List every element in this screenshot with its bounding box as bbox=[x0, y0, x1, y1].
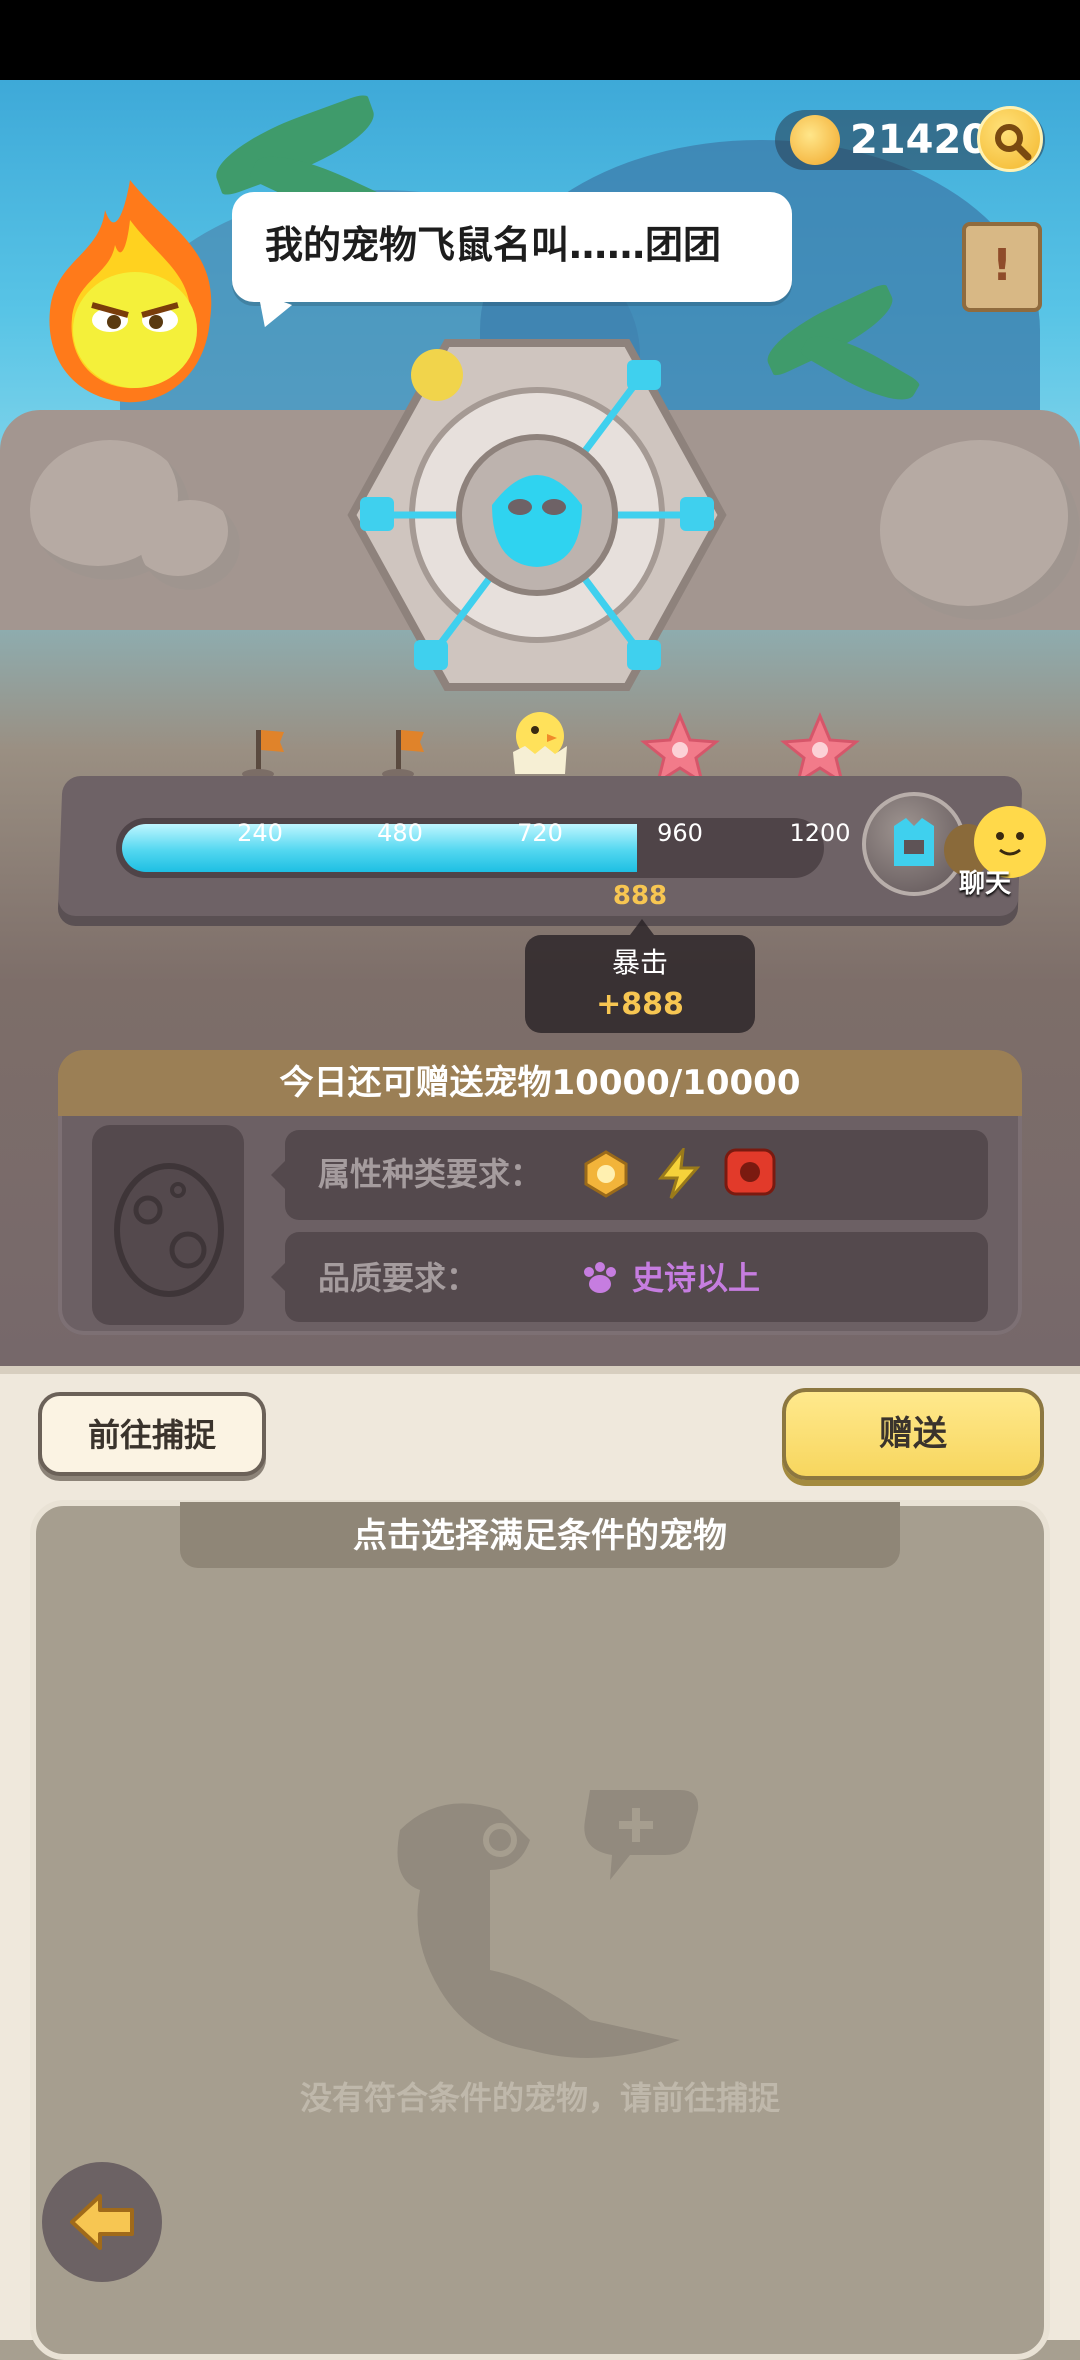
quality-requirement-label: 品质要求： bbox=[318, 1259, 479, 1297]
speech-text: 我的宠物飞鼠名叫……团团 bbox=[265, 223, 722, 267]
chat-label: 聊天 bbox=[958, 869, 1011, 899]
starfish-reward-icon[interactable] bbox=[640, 712, 720, 784]
crit-value: +888 bbox=[596, 987, 684, 1022]
search-button[interactable] bbox=[977, 106, 1043, 172]
search-icon bbox=[995, 124, 1032, 161]
coin-icon bbox=[790, 115, 840, 165]
starfish-reward-icon[interactable] bbox=[780, 712, 860, 784]
send-gift-label: 赠送 bbox=[879, 1414, 947, 1454]
milestone-label: 240 bbox=[237, 819, 283, 847]
milestone-label: 480 bbox=[377, 819, 423, 847]
section-divider bbox=[0, 1366, 1080, 1374]
coin-amount: 21420 bbox=[850, 117, 990, 163]
dinosaur-placeholder-icon bbox=[397, 1790, 699, 2058]
crit-title: 暴击 bbox=[611, 946, 668, 979]
flag-reward-icon[interactable] bbox=[230, 720, 290, 780]
chick-egg-reward-icon[interactable] bbox=[505, 700, 575, 780]
goto-catch-label: 前往捕捉 bbox=[87, 1416, 216, 1454]
milestone-label: 720 bbox=[517, 819, 563, 847]
egg-placeholder-icon bbox=[114, 1163, 224, 1297]
progress-current-value: 888 bbox=[612, 881, 668, 911]
exclamation-icon: ! bbox=[991, 240, 1013, 291]
quest-scroll-button[interactable]: ! bbox=[962, 222, 1042, 312]
fire-mascot-avatar[interactable] bbox=[30, 170, 230, 410]
paw-icon bbox=[584, 1262, 616, 1293]
pet-panel-header-text: 点击选择满足条件的宠物 bbox=[353, 1516, 727, 1556]
arrow-left-icon bbox=[70, 2194, 134, 2250]
milestone-label: 1200 bbox=[789, 819, 851, 847]
status-bar bbox=[0, 0, 1080, 80]
element-wheel bbox=[347, 339, 727, 691]
earth-element-icon bbox=[584, 1150, 628, 1198]
flag-reward-icon[interactable] bbox=[370, 720, 430, 780]
milestone-label: 960 bbox=[657, 819, 703, 847]
lightning-element-icon bbox=[657, 1148, 701, 1199]
attribute-requirement-label: 属性种类要求： bbox=[318, 1155, 543, 1193]
gift-quota-text: 今日还可赠送宠物10000/10000 bbox=[279, 1063, 801, 1103]
fire-element-icon bbox=[724, 1148, 776, 1196]
back-button[interactable] bbox=[42, 2162, 162, 2282]
quality-requirement-value: 史诗以上 bbox=[632, 1259, 761, 1297]
empty-state-message: 没有符合条件的宠物，请前往捕捉 bbox=[299, 2079, 780, 2117]
